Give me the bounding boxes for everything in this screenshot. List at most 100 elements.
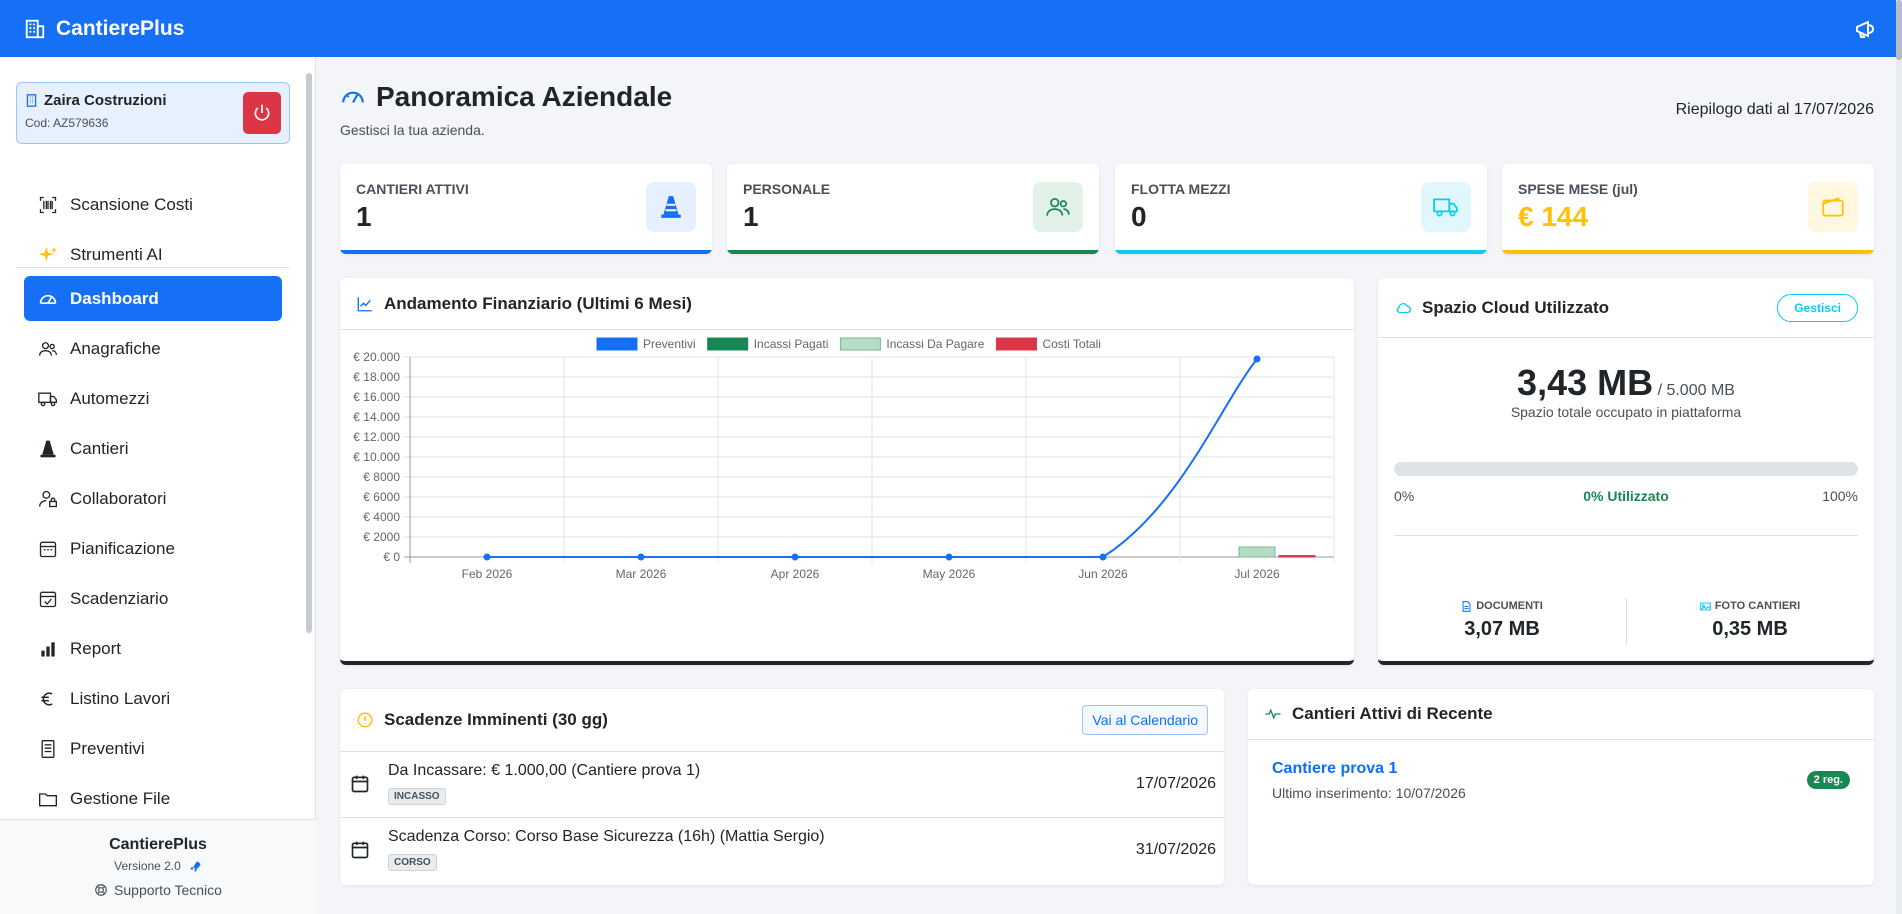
truck-icon bbox=[1421, 182, 1471, 232]
nav-item-collaboratori[interactable]: Collaboratori bbox=[24, 476, 282, 521]
folder-icon bbox=[39, 792, 57, 806]
people-icon bbox=[1033, 182, 1083, 232]
data-point bbox=[1253, 355, 1261, 363]
calendar-icon bbox=[351, 775, 369, 793]
progress-used-label: 0% Utilizzato bbox=[1583, 488, 1669, 504]
brand[interactable]: CantierePlus bbox=[24, 17, 184, 41]
finance-chart-title: Andamento Finanziario (Ultimi 6 Mesi) bbox=[384, 293, 692, 313]
recent-site-link[interactable]: Cantiere prova 1 bbox=[1272, 760, 1397, 778]
nav-item-anagrafiche[interactable]: Anagrafiche bbox=[24, 326, 282, 371]
image-icon bbox=[1699, 602, 1711, 610]
page-title-text: Panoramica Aziendale bbox=[376, 81, 673, 112]
document-icon bbox=[1462, 600, 1471, 612]
deadline-row[interactable]: Da Incassare: € 1.000,00 (Cantiere prova… bbox=[340, 752, 1224, 818]
deadline-text: Scadenza Corso: Corso Base Sicurezza (16… bbox=[388, 828, 825, 845]
nav-item-scadenziario[interactable]: Scadenziario bbox=[24, 576, 282, 621]
footer-title: CantierePlus bbox=[109, 836, 207, 853]
deadline-date: 17/07/2026 bbox=[1135, 775, 1216, 792]
photos-storage: FOTO CANTIERI 0,35 MB bbox=[1626, 600, 1874, 641]
data-point bbox=[483, 553, 491, 561]
sparkles-icon bbox=[38, 246, 58, 262]
stat-bar bbox=[340, 250, 712, 254]
storage-progress-bar bbox=[1394, 462, 1858, 476]
deadline-date: 31/07/2026 bbox=[1135, 841, 1216, 858]
stat-card-spese[interactable]: SPESE MESE (jul) € 144 bbox=[1502, 164, 1874, 254]
page-scrollbar[interactable] bbox=[1896, 0, 1902, 914]
nav-item-scansione-costi[interactable]: Scansione Costi bbox=[24, 182, 282, 227]
nav-label: Collaboratori bbox=[70, 488, 167, 508]
nav-label: Report bbox=[70, 638, 122, 658]
building-icon bbox=[25, 19, 45, 38]
progress-max-label: 100% bbox=[1822, 488, 1858, 504]
nav-item-cantieri[interactable]: Cantieri bbox=[24, 426, 282, 471]
people-icon bbox=[39, 341, 57, 356]
stat-value: € 144 bbox=[1518, 201, 1589, 232]
nav-label: Listino Lavori bbox=[70, 688, 171, 708]
nav-label: Scansione Costi bbox=[70, 194, 193, 214]
support-label: Supporto Tecnico bbox=[114, 882, 222, 898]
bar-costi-totali bbox=[1278, 555, 1316, 558]
x-tick-label: May 2026 bbox=[923, 567, 976, 581]
y-tick-label: € 10.000 bbox=[353, 450, 400, 464]
legend-label: Costi Totali bbox=[1042, 337, 1100, 351]
speedometer-icon bbox=[39, 294, 57, 304]
recent-title: Cantieri Attivi di Recente bbox=[1292, 704, 1493, 723]
logout-button[interactable] bbox=[243, 92, 281, 134]
nav-item-listino-lavori[interactable]: Listino Lavori bbox=[24, 676, 282, 721]
docs-storage: DOCUMENTI 3,07 MB bbox=[1378, 600, 1626, 641]
y-tick-label: € 14.000 bbox=[353, 410, 400, 424]
file-text-icon bbox=[41, 739, 55, 758]
nav-item-dashboard[interactable]: Dashboard bbox=[24, 276, 282, 321]
stat-bar bbox=[727, 250, 1099, 254]
stat-label: CANTIERI ATTIVI bbox=[356, 181, 469, 197]
stat-card-cantieri[interactable]: CANTIERI ATTIVI 1 bbox=[340, 164, 712, 254]
power-icon bbox=[254, 104, 270, 121]
rocket-icon bbox=[189, 861, 201, 872]
nav-label: Automezzi bbox=[70, 388, 150, 408]
legend-swatch bbox=[839, 337, 881, 351]
truck-icon bbox=[38, 392, 57, 406]
nav-item-automezzi[interactable]: Automezzi bbox=[24, 376, 282, 421]
recent-header: Cantieri Attivi di Recente bbox=[1248, 689, 1874, 740]
sidebar-scrollbar[interactable] bbox=[306, 73, 312, 633]
storage-description: Spazio totale occupato in piattaforma bbox=[1510, 404, 1742, 420]
cloud-icon bbox=[1396, 302, 1412, 313]
cone-icon bbox=[646, 182, 696, 232]
nav-item-pianificazione[interactable]: Pianificazione bbox=[24, 526, 282, 571]
nav-label: Strumenti AI bbox=[70, 244, 163, 264]
x-tick-label: Jun 2026 bbox=[1078, 567, 1128, 581]
go-to-calendar-button[interactable]: Vai al Calendario bbox=[1082, 705, 1208, 735]
summary-date: Riepilogo dati al 17/07/2026 bbox=[1675, 101, 1874, 118]
y-tick-label: € 8000 bbox=[363, 470, 400, 484]
x-tick-label: Mar 2026 bbox=[616, 567, 667, 581]
legend-swatch bbox=[596, 337, 638, 351]
warning-circle-icon bbox=[357, 712, 373, 728]
sidebar: Zaira Costruzioni Cod: AZ579636 Scansion… bbox=[0, 57, 316, 914]
footer-version: Versione 2.0 bbox=[114, 859, 181, 873]
page-title: Panoramica Aziendale bbox=[340, 81, 672, 113]
stat-card-flotta[interactable]: FLOTTA MEZZI 0 bbox=[1115, 164, 1487, 254]
stat-value: 1 bbox=[743, 201, 759, 232]
deadline-tag: CORSO bbox=[388, 854, 437, 871]
manage-storage-button[interactable]: Gestisci bbox=[1777, 294, 1858, 322]
deadlines-title: Scadenze Imminenti (30 gg) bbox=[384, 710, 608, 729]
legend-label: Incassi Da Pagare bbox=[886, 337, 984, 351]
stat-card-personale[interactable]: PERSONALE 1 bbox=[727, 164, 1099, 254]
page-subtitle: Gestisci la tua azienda. bbox=[340, 122, 485, 138]
nav-item-strumenti-ai[interactable]: Strumenti AI bbox=[24, 232, 282, 277]
nav-item-preventivi[interactable]: Preventivi bbox=[24, 726, 282, 771]
data-point bbox=[945, 553, 953, 561]
company-card: Zaira Costruzioni Cod: AZ579636 bbox=[16, 82, 290, 144]
calendar-range-icon bbox=[39, 541, 57, 557]
support-link[interactable]: Supporto Tecnico bbox=[0, 882, 316, 898]
nav-item-gestione-file[interactable]: Gestione File bbox=[24, 776, 282, 821]
photos-label: FOTO CANTIERI bbox=[1714, 600, 1801, 612]
finance-chart[interactable]: € 0 € 2000 € 4000 € 6000 € 8000 € 10.000 € 12.… bbox=[340, 330, 1354, 660]
nav-item-report[interactable]: Report bbox=[24, 626, 282, 671]
megaphone-icon[interactable] bbox=[1854, 17, 1878, 41]
deadline-row[interactable]: Scadenza Corso: Corso Base Sicurezza (16… bbox=[340, 818, 1224, 884]
nav-label: Preventivi bbox=[70, 738, 145, 758]
x-tick-label: Apr 2026 bbox=[771, 567, 820, 581]
deadlines-card: Scadenze Imminenti (30 gg) Vai al Calend… bbox=[340, 689, 1224, 885]
euro-icon bbox=[41, 691, 53, 706]
